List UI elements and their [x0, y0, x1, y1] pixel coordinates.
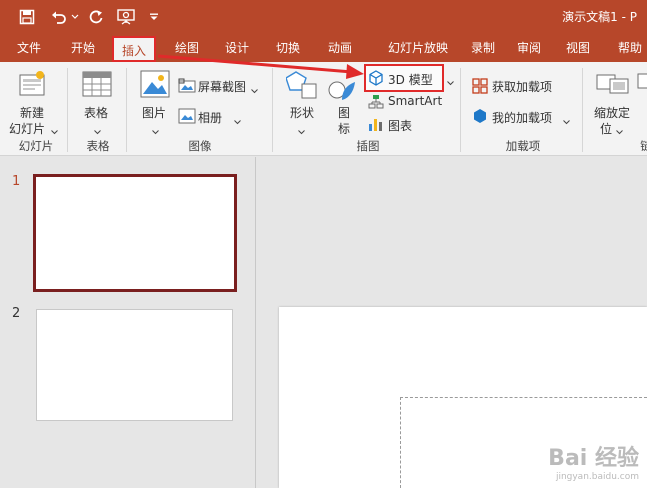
photo-album-icon	[178, 108, 196, 127]
slide-number: 1	[12, 174, 21, 189]
picture-label: 图片	[142, 106, 167, 120]
chevron-down-icon	[251, 83, 258, 97]
slide-thumbnail-selected[interactable]	[33, 174, 237, 292]
tab-insert[interactable]: 插入	[112, 36, 156, 62]
shapes-label: 形状	[290, 106, 315, 120]
tab-view[interactable]: 视图	[556, 34, 600, 62]
slide-thumbnail[interactable]	[36, 309, 233, 421]
watermark-brand: Bai 经验	[548, 446, 639, 471]
shapes-icon	[285, 70, 318, 103]
slide-number: 2	[12, 306, 21, 321]
tab-home[interactable]: 开始	[60, 34, 106, 62]
group-label-images: 图像	[188, 139, 212, 153]
chevron-down-icon	[94, 124, 101, 138]
3d-model-label: 3D 模型	[388, 73, 433, 87]
title-bar: 演示文稿1 - P	[0, 0, 647, 34]
table-label: 表格	[84, 106, 109, 120]
redo-icon[interactable]	[86, 0, 106, 34]
picture-icon	[140, 70, 170, 101]
chevron-down-icon	[447, 75, 454, 89]
link-icon[interactable]	[637, 70, 647, 97]
chevron-down-icon	[616, 124, 623, 138]
group-label-addins: 加载项	[505, 139, 541, 153]
tab-draw[interactable]: 绘图	[164, 34, 210, 62]
tab-slideshow[interactable]: 幻灯片放映	[372, 34, 464, 62]
smartart-icon	[368, 94, 384, 113]
group-divider	[272, 68, 273, 152]
group-label-slides: 幻灯片	[18, 139, 54, 153]
tab-animations[interactable]: 动画	[316, 34, 364, 62]
get-addins-label: 获取加载项	[492, 80, 553, 94]
table-icon	[82, 71, 112, 100]
icons-label-2: 标	[338, 122, 351, 136]
tab-design[interactable]: 设计	[214, 34, 260, 62]
my-addins-icon	[472, 108, 488, 127]
ribbon-tab-bar: 文件 开始 插入 绘图 设计 切换 动画 幻灯片放映 录制 审阅 视图 帮助	[0, 34, 647, 62]
zoom-label-2: 位	[600, 122, 613, 136]
tab-transitions[interactable]: 切换	[264, 34, 312, 62]
icons-icon	[328, 78, 356, 105]
icons-label: 图	[338, 106, 351, 120]
chevron-down-icon	[298, 124, 305, 138]
screenshot-label: 屏幕截图	[198, 80, 247, 94]
smartart-label: SmartArt	[388, 94, 443, 108]
screenshot-icon	[178, 78, 196, 97]
new-slide-label-2: 幻灯片	[9, 122, 46, 136]
store-icon	[472, 78, 488, 97]
chevron-down-icon	[234, 114, 241, 128]
slide-thumbnails-pane[interactable]: 1 2	[0, 157, 256, 488]
tab-review[interactable]: 审阅	[506, 34, 552, 62]
chevron-down-icon	[563, 114, 570, 128]
present-from-start-icon[interactable]	[114, 0, 138, 34]
photo-album-label: 相册	[198, 111, 223, 125]
customize-qat-icon[interactable]	[148, 0, 160, 34]
new-slide-label: 新建	[20, 106, 45, 120]
zoom-icon	[596, 72, 630, 99]
chart-icon	[368, 116, 384, 135]
document-title: 演示文稿1 - P	[562, 10, 637, 24]
group-divider	[460, 68, 461, 152]
save-icon[interactable]	[16, 0, 38, 34]
ribbon: 新建 幻灯片 幻灯片 表格 表格 图片 屏幕截图 相册 图像 形状 图 标 3D…	[0, 62, 647, 156]
slide-editing-canvas[interactable]: Bai 经验 jingyan.baidu.com	[257, 157, 647, 488]
watermark: Bai 经验 jingyan.baidu.com	[548, 440, 639, 482]
watermark-url: jingyan.baidu.com	[555, 472, 639, 482]
group-label-tables: 表格	[86, 139, 110, 153]
tab-file[interactable]: 文件	[6, 34, 52, 62]
chevron-down-icon	[152, 124, 159, 138]
group-label-links: 链	[640, 139, 647, 153]
chevron-down-icon	[51, 124, 58, 138]
3d-cube-icon	[368, 70, 384, 89]
group-label-illustrations: 插图	[356, 139, 380, 153]
tab-help[interactable]: 帮助	[608, 34, 647, 62]
tab-record[interactable]: 录制	[460, 34, 506, 62]
group-divider	[582, 68, 583, 152]
my-addins-label: 我的加载项	[492, 111, 553, 125]
zoom-label: 缩放定	[594, 106, 631, 120]
group-divider	[126, 68, 127, 152]
undo-icon[interactable]	[48, 0, 70, 34]
chart-label: 图表	[388, 119, 413, 133]
undo-dropdown-icon[interactable]	[70, 0, 80, 34]
group-divider	[67, 68, 68, 152]
new-slide-icon	[18, 70, 48, 101]
